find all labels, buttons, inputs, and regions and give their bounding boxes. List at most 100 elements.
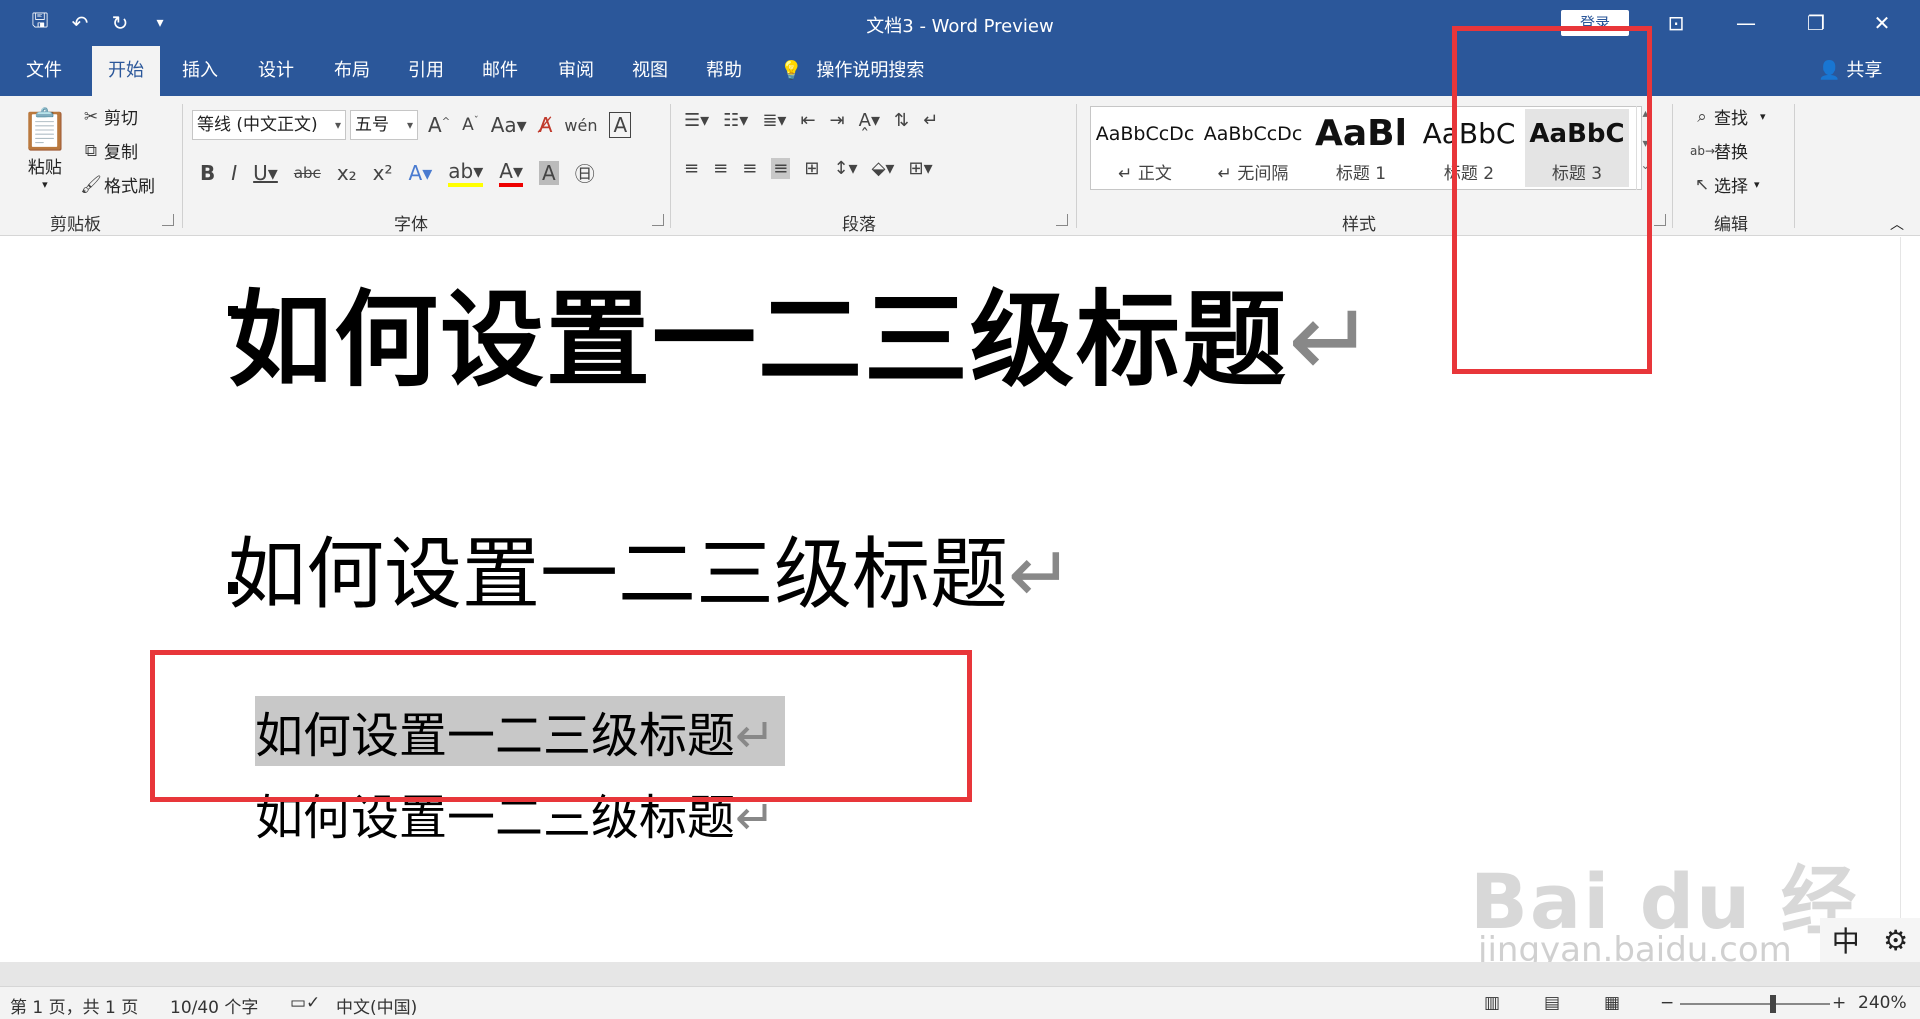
grow-font-icon[interactable]: A^ — [428, 113, 450, 137]
font-name-combo[interactable]: 等线 (中文正文) ▾ — [192, 110, 346, 140]
paste-label: 粘贴 — [27, 158, 62, 178]
page-count[interactable]: 第 1 页，共 1 页 — [10, 993, 138, 1018]
tab-help[interactable]: 帮助 — [690, 46, 758, 96]
share-button[interactable]: 👤 共享 — [1818, 46, 1882, 96]
clear-formatting-icon[interactable]: A̸ — [539, 113, 553, 137]
highlight-icon[interactable]: ab▾ — [448, 159, 484, 187]
chevron-down-icon: ▾ — [1754, 178, 1760, 191]
close-icon[interactable]: ✕ — [1852, 6, 1912, 40]
underline-icon[interactable]: U▾ — [253, 161, 278, 185]
align-right-icon[interactable]: ≡ — [742, 158, 757, 179]
italic-icon[interactable]: I — [231, 161, 237, 185]
chevron-down-icon: ▾ — [406, 118, 413, 132]
restore-icon[interactable]: ❐ — [1786, 6, 1846, 40]
tab-home[interactable]: 开始 — [92, 46, 160, 96]
clipboard-launcher-icon[interactable] — [162, 214, 174, 226]
replace-button[interactable]: ab→ 替换 — [1690, 138, 1748, 163]
zoom-slider-thumb[interactable] — [1770, 995, 1776, 1013]
paste-button[interactable]: 📋 粘贴 ▾ — [20, 106, 70, 191]
find-button[interactable]: ⌕ 查找 ▾ — [1690, 104, 1765, 130]
language[interactable]: 中文(中国) — [336, 993, 417, 1018]
tab-review[interactable]: 审阅 — [542, 46, 610, 96]
tab-file[interactable]: 文件 — [10, 46, 78, 96]
style-heading-1[interactable]: AaBl 标题 1 — [1309, 109, 1413, 187]
web-layout-icon[interactable]: ▦ — [1604, 993, 1620, 1013]
select-button[interactable]: ↖ 选择 ▾ — [1690, 172, 1760, 198]
vertical-scrollbar[interactable] — [1900, 237, 1920, 962]
bullets-icon[interactable]: ☰▾ — [684, 110, 709, 131]
tab-design[interactable]: 设计 — [242, 46, 310, 96]
word-count[interactable]: 10/40 个字 — [170, 993, 258, 1018]
decrease-indent-icon[interactable]: ⇤ — [800, 110, 815, 131]
chevron-down-icon: ▾ — [334, 118, 341, 132]
style-sample: AaBl — [1315, 113, 1407, 154]
sort-icon[interactable]: ⇅ — [894, 110, 909, 131]
format-painter-button[interactable]: 🖌 格式刷 — [78, 172, 155, 198]
font-format-tools: B I U▾ abc x₂ x² A▾ ab▾ A▾ A ㊐ — [200, 158, 595, 187]
shading-icon[interactable]: ⬙▾ — [872, 158, 895, 179]
tell-me-label: 操作说明搜索 — [816, 60, 925, 81]
person-icon: 👤 — [1818, 60, 1841, 81]
read-mode-icon[interactable]: ▥ — [1484, 993, 1500, 1013]
zoom-slider-track[interactable] — [1680, 1003, 1830, 1005]
heading-1-line[interactable]: 如何设置一二三级标题↵ — [228, 255, 1377, 406]
line-spacing-icon[interactable]: ↕▾ — [833, 158, 857, 179]
tab-layout[interactable]: 布局 — [318, 46, 386, 96]
show-marks-icon[interactable]: ↵ — [923, 110, 938, 131]
style-no-spacing[interactable]: AaBbCcDc ↵ 无间隔 — [1201, 109, 1305, 187]
zoom-level[interactable]: 240% — [1858, 993, 1907, 1013]
minimize-icon[interactable]: — — [1716, 6, 1776, 40]
chinese-layout-icon[interactable]: A̭▾ — [859, 110, 880, 131]
paragraph-tools-top: ☰▾ ☷▾ ≣▾ ⇤ ⇥ A̭▾ ⇅ ↵ — [684, 110, 938, 131]
font-group-label: 字体 — [394, 215, 428, 235]
print-layout-icon[interactable]: ▤ — [1544, 993, 1560, 1013]
tell-me-search[interactable]: 💡 操作说明搜索 — [780, 46, 924, 96]
enclose-characters-icon[interactable]: ㊐ — [575, 158, 595, 187]
heading-2-line[interactable]: 如何设置一二三级标题↵ — [228, 512, 1073, 624]
bold-icon[interactable]: B — [200, 161, 215, 185]
proofing-icon[interactable]: ▭✓ — [290, 993, 320, 1013]
replace-label: 替换 — [1714, 143, 1748, 163]
phonetic-guide-icon[interactable]: wén — [564, 116, 597, 135]
align-center-icon[interactable]: ≡ — [713, 158, 728, 179]
zoom-out-icon[interactable]: − — [1660, 993, 1674, 1013]
distributed-icon[interactable]: ⊞ — [804, 158, 819, 179]
style-normal[interactable]: AaBbCcDc ↵ 正文 — [1093, 109, 1197, 187]
multilevel-list-icon[interactable]: ≣▾ — [762, 110, 786, 131]
borders-icon[interactable]: ⊞▾ — [908, 158, 932, 179]
font-color-icon[interactable]: A▾ — [499, 159, 523, 187]
collapse-ribbon-icon[interactable]: ︿ — [1890, 214, 1904, 234]
horizontal-scroll-area[interactable] — [0, 962, 1920, 986]
subscript-icon[interactable]: x₂ — [337, 161, 357, 185]
tab-mailings[interactable]: 邮件 — [466, 46, 534, 96]
font-launcher-icon[interactable] — [652, 214, 664, 226]
zoom-in-icon[interactable]: + — [1832, 993, 1846, 1013]
shrink-font-icon[interactable]: Aˇ — [462, 115, 479, 135]
copy-button[interactable]: ⧉ 复制 — [78, 138, 138, 164]
cut-label: 剪切 — [104, 109, 138, 129]
justify-icon[interactable]: ≡ — [771, 158, 791, 179]
cut-button[interactable]: ✂ 剪切 — [78, 104, 138, 130]
format-painter-label: 格式刷 — [104, 177, 155, 197]
tab-view[interactable]: 视图 — [616, 46, 684, 96]
character-border-icon[interactable]: A — [609, 112, 632, 138]
strikethrough-icon[interactable]: abc — [294, 164, 321, 182]
change-case-icon[interactable]: Aa▾ — [491, 113, 527, 137]
ime-indicator[interactable]: 中 ⚙ — [1820, 918, 1920, 962]
font-size-combo[interactable]: 五号 ▾ — [350, 110, 418, 140]
numbering-icon[interactable]: ☷▾ — [723, 110, 748, 131]
text-effects-icon[interactable]: A▾ — [409, 161, 433, 185]
character-shading-icon[interactable]: A — [539, 160, 559, 185]
tab-references[interactable]: 引用 — [392, 46, 460, 96]
increase-indent-icon[interactable]: ⇥ — [830, 110, 845, 131]
style-sample: AaBbCcDc — [1095, 123, 1195, 145]
tab-insert[interactable]: 插入 — [166, 46, 234, 96]
superscript-icon[interactable]: x² — [373, 161, 393, 185]
paragraph-launcher-icon[interactable] — [1056, 214, 1068, 226]
line-text: 如何设置一二三级标题 — [228, 530, 1009, 620]
ribbon-display-options-icon[interactable]: ⊡ — [1646, 6, 1706, 40]
styles-launcher-icon[interactable] — [1654, 214, 1666, 226]
align-left-icon[interactable]: ≡ — [684, 158, 699, 179]
copy-label: 复制 — [104, 143, 138, 163]
gear-icon[interactable]: ⚙ — [1883, 924, 1908, 957]
